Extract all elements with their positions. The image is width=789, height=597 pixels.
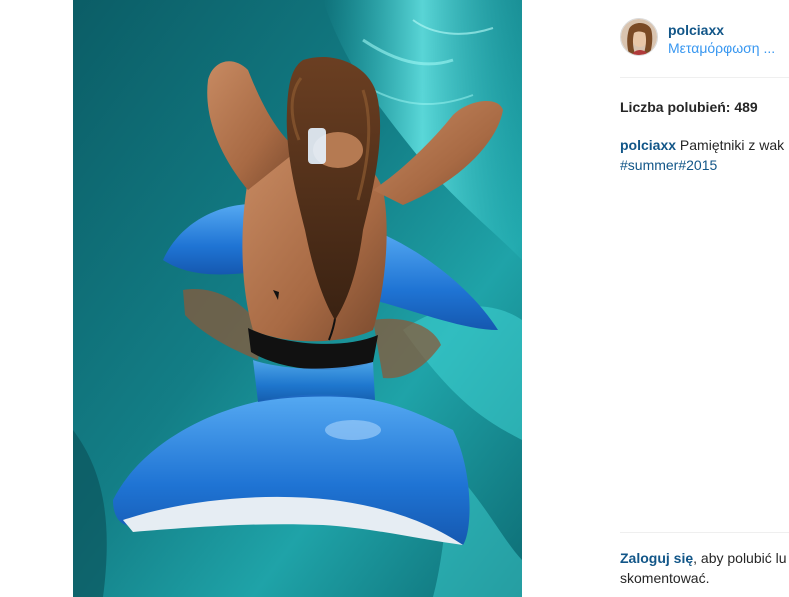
caption-username-link[interactable]: polciaxx [620, 137, 676, 153]
login-prompt-line: Zaloguj się, aby polubić lu [620, 548, 789, 568]
avatar-image [621, 19, 657, 55]
footer-divider [620, 532, 789, 533]
caption-text: Pamiętniki z wak [679, 137, 785, 153]
pool-photo-illustration [73, 0, 522, 597]
post-photo[interactable] [73, 0, 522, 597]
author-avatar[interactable] [620, 18, 658, 56]
caption-line: polciaxx Pamiętniki z wak [620, 135, 789, 155]
post-header: polciaxx Μεταμόρφωση ... [620, 16, 789, 60]
location-link[interactable]: Μεταμόρφωση ... [668, 40, 775, 56]
instagram-post-view: polciaxx Μεταμόρφωση ... Liczba polubień… [0, 0, 789, 597]
post-caption: polciaxx Pamiętniki z wak #summer#2015 [620, 135, 789, 175]
hashtag-link[interactable]: #2015 [678, 157, 717, 173]
login-link[interactable]: Zaloguj się [620, 550, 693, 566]
caption-hashtags: #summer#2015 [620, 155, 789, 175]
hashtag-link[interactable]: #summer [620, 157, 678, 173]
login-prompt: Zaloguj się, aby polubić lu skomentować. [620, 548, 789, 588]
login-prompt-text-continued: skomentować. [620, 570, 710, 586]
post-sidebar: polciaxx Μεταμόρφωση ... Liczba polubień… [522, 0, 789, 597]
author-username-link[interactable]: polciaxx [668, 22, 724, 38]
login-prompt-text: , aby polubić lu [693, 550, 787, 566]
likes-count[interactable]: Liczba polubień: 489 [620, 99, 758, 115]
header-divider [620, 77, 789, 78]
